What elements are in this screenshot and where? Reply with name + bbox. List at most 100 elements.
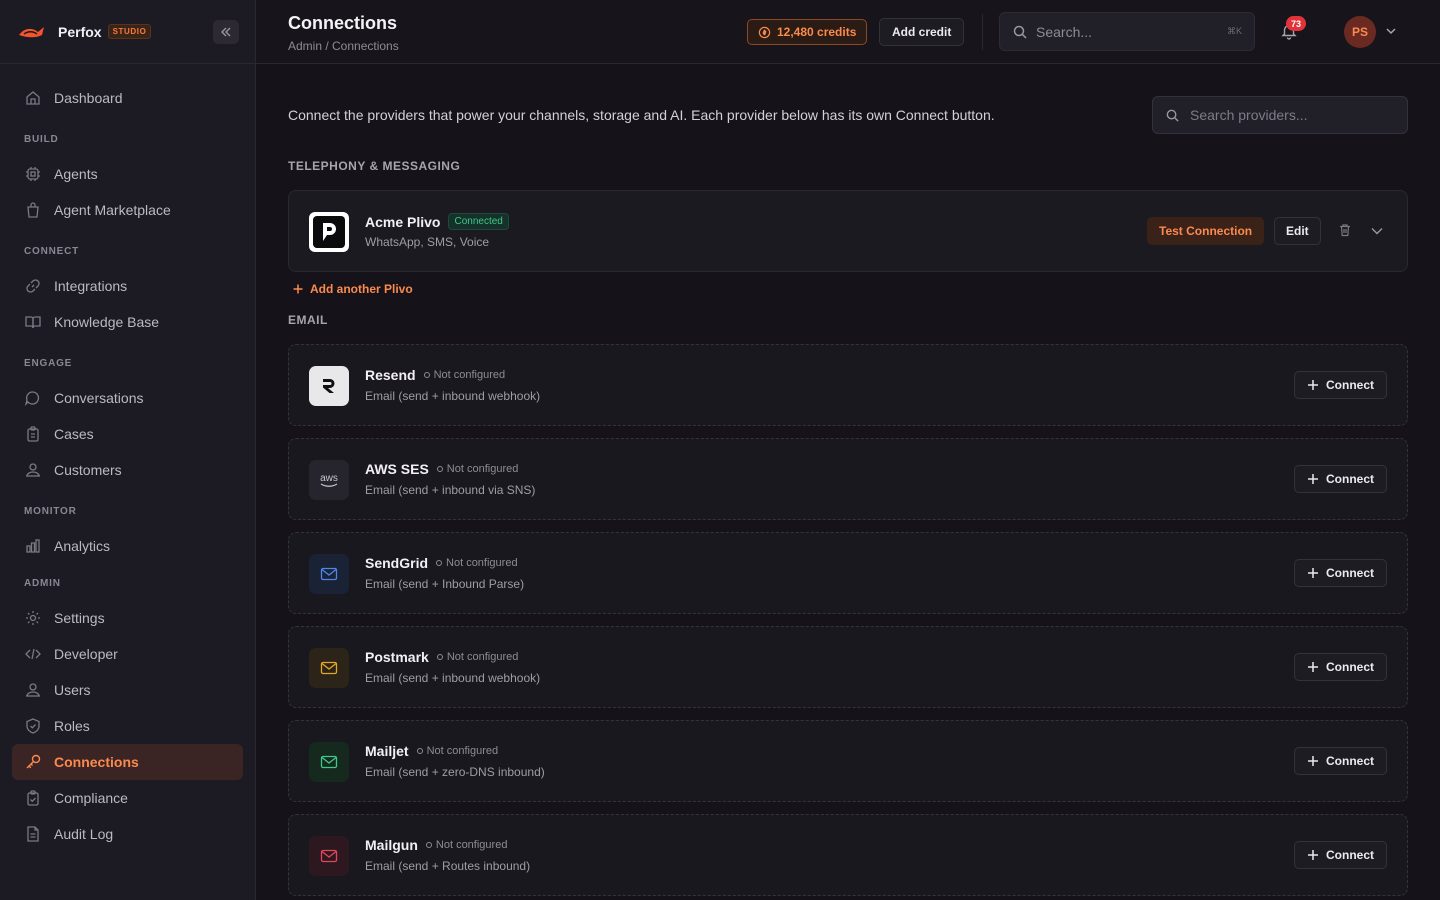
sidebar-item-connections[interactable]: Connections	[12, 744, 243, 780]
provider-card-postmark: Postmark Not configured Email (send + in…	[288, 626, 1408, 708]
status-badge: Not configured	[425, 839, 508, 851]
chevron-down-icon[interactable]	[1369, 224, 1385, 238]
sidebar: Perfox STUDIO Dashboard BUILD Agents Age…	[0, 0, 256, 900]
provider-name: SendGrid Not configured	[365, 555, 518, 571]
sidebar-item-label: Compliance	[54, 790, 128, 806]
code-icon	[25, 648, 41, 660]
plivo-logo	[309, 212, 349, 252]
sidebar-item-agent-marketplace[interactable]: Agent Marketplace	[12, 192, 243, 228]
provider-desc: WhatsApp, SMS, Voice	[365, 235, 490, 249]
collapse-sidebar-button[interactable]	[213, 20, 239, 44]
coin-icon	[758, 26, 771, 38]
aws-icon: aws	[320, 473, 338, 487]
provider-desc: Email (send + Inbound Parse)	[365, 577, 525, 591]
notification-count-badge: 73	[1286, 16, 1306, 31]
provider-card-aws-ses: aws AWS SES Not configured Email (send +…	[288, 438, 1408, 520]
chevron-down-icon[interactable]	[1384, 24, 1398, 38]
provider-search-placeholder: Search providers...	[1190, 107, 1308, 123]
plus-icon	[1308, 662, 1318, 672]
provider-name: AWS SES Not configured	[365, 461, 518, 477]
main-content: Connect the providers that power your ch…	[256, 64, 1440, 900]
shield-icon	[26, 718, 40, 734]
sidebar-item-developer[interactable]: Developer	[12, 636, 243, 672]
sidebar-item-label: Conversations	[54, 390, 144, 406]
connect-label: Connect	[1326, 754, 1374, 768]
chat-icon	[24, 391, 40, 407]
brand-badge: STUDIO	[107, 24, 152, 39]
avatar[interactable]: PS	[1344, 16, 1376, 48]
status-badge: Connected	[448, 213, 509, 230]
key-icon	[26, 754, 41, 769]
test-connection-button[interactable]: Test Connection	[1147, 217, 1265, 245]
sidebar-item-label: Audit Log	[54, 826, 114, 842]
sidebar-item-knowledge-base[interactable]: Knowledge Base	[12, 304, 243, 340]
clipboard-icon	[27, 426, 39, 442]
status-text: Not configured	[435, 839, 508, 851]
search-icon	[1013, 25, 1027, 39]
sidebar-item-label: Analytics	[54, 538, 111, 554]
sidebar-item-integrations[interactable]: Integrations	[12, 268, 243, 304]
status-text: Not configured	[446, 651, 519, 663]
intro-text: Connect the providers that power your ch…	[288, 107, 995, 123]
search-shortcut: ⌘K	[1226, 26, 1242, 36]
provider-name-text: SendGrid	[365, 555, 429, 571]
sidebar-item-dashboard[interactable]: Dashboard	[12, 80, 243, 116]
provider-desc: Email (send + inbound webhook)	[365, 389, 541, 403]
breadcrumb[interactable]: Admin / Connections	[288, 39, 399, 53]
home-icon	[26, 91, 40, 105]
search-placeholder: Search...	[1036, 23, 1093, 40]
provider-name-text: Mailgun	[365, 837, 418, 853]
sidebar-item-analytics[interactable]: Analytics	[12, 528, 243, 564]
section-engage: ENGAGE	[24, 358, 73, 369]
connect-button[interactable]: Connect	[1294, 371, 1387, 399]
sidebar-item-customers[interactable]: Customers	[12, 452, 243, 488]
mail-icon	[320, 849, 338, 863]
sidebar-item-users[interactable]: Users	[12, 672, 243, 708]
connect-button[interactable]: Connect	[1294, 747, 1387, 775]
status-text: Not configured	[446, 463, 519, 475]
connect-button[interactable]: Connect	[1294, 653, 1387, 681]
connect-button[interactable]: Connect	[1294, 841, 1387, 869]
sidebar-item-cases[interactable]: Cases	[12, 416, 243, 452]
brand-name: Perfox	[58, 23, 102, 40]
fox-logo-icon	[19, 26, 44, 37]
sidebar-item-compliance[interactable]: Compliance	[12, 780, 243, 816]
add-another-label: Add another Plivo	[310, 282, 413, 296]
provider-name: Postmark Not configured	[365, 649, 518, 665]
provider-name-text: Resend	[365, 367, 416, 383]
plus-icon	[293, 284, 303, 294]
provider-card-sendgrid: SendGrid Not configured Email (send + In…	[288, 532, 1408, 614]
sidebar-item-conversations[interactable]: Conversations	[12, 380, 243, 416]
sidebar-item-settings[interactable]: Settings	[12, 600, 243, 636]
section-monitor: MONITOR	[24, 506, 77, 517]
provider-name-text: Postmark	[365, 649, 429, 665]
credits-badge[interactable]: 12,480 credits	[747, 19, 868, 45]
sidebar-item-audit-log[interactable]: Audit Log	[12, 816, 243, 852]
cpu-icon	[26, 167, 40, 181]
sidebar-item-label: Customers	[54, 462, 122, 478]
provider-name-text: Mailjet	[365, 743, 409, 759]
trash-icon[interactable]	[1338, 223, 1352, 237]
mailjet-logo	[309, 742, 349, 782]
global-search-input[interactable]: Search... ⌘K	[999, 12, 1255, 51]
connect-button[interactable]: Connect	[1294, 559, 1387, 587]
connect-button[interactable]: Connect	[1294, 465, 1387, 493]
provider-search-input[interactable]: Search providers...	[1152, 96, 1408, 134]
postmark-logo	[309, 648, 349, 688]
book-icon	[25, 316, 41, 329]
connect-label: Connect	[1326, 566, 1374, 580]
sidebar-item-agents[interactable]: Agents	[12, 156, 243, 192]
top-bar: Connections Admin / Connections 12,480 c…	[256, 0, 1440, 64]
sidebar-item-label: Integrations	[54, 278, 128, 294]
document-icon	[27, 826, 39, 842]
edit-button[interactable]: Edit	[1274, 217, 1321, 245]
sidebar-item-label: Agent Marketplace	[54, 202, 171, 218]
add-another-plivo-link[interactable]: Add another Plivo	[292, 282, 413, 296]
plus-icon	[1308, 756, 1318, 766]
provider-card-resend: Resend Not configured Email (send + inbo…	[288, 344, 1408, 426]
sidebar-item-roles[interactable]: Roles	[12, 708, 243, 744]
status-badge: Not configured	[436, 651, 519, 663]
mail-icon	[320, 661, 338, 675]
provider-name: Mailgun Not configured	[365, 837, 507, 853]
add-credit-button[interactable]: Add credit	[879, 18, 965, 46]
